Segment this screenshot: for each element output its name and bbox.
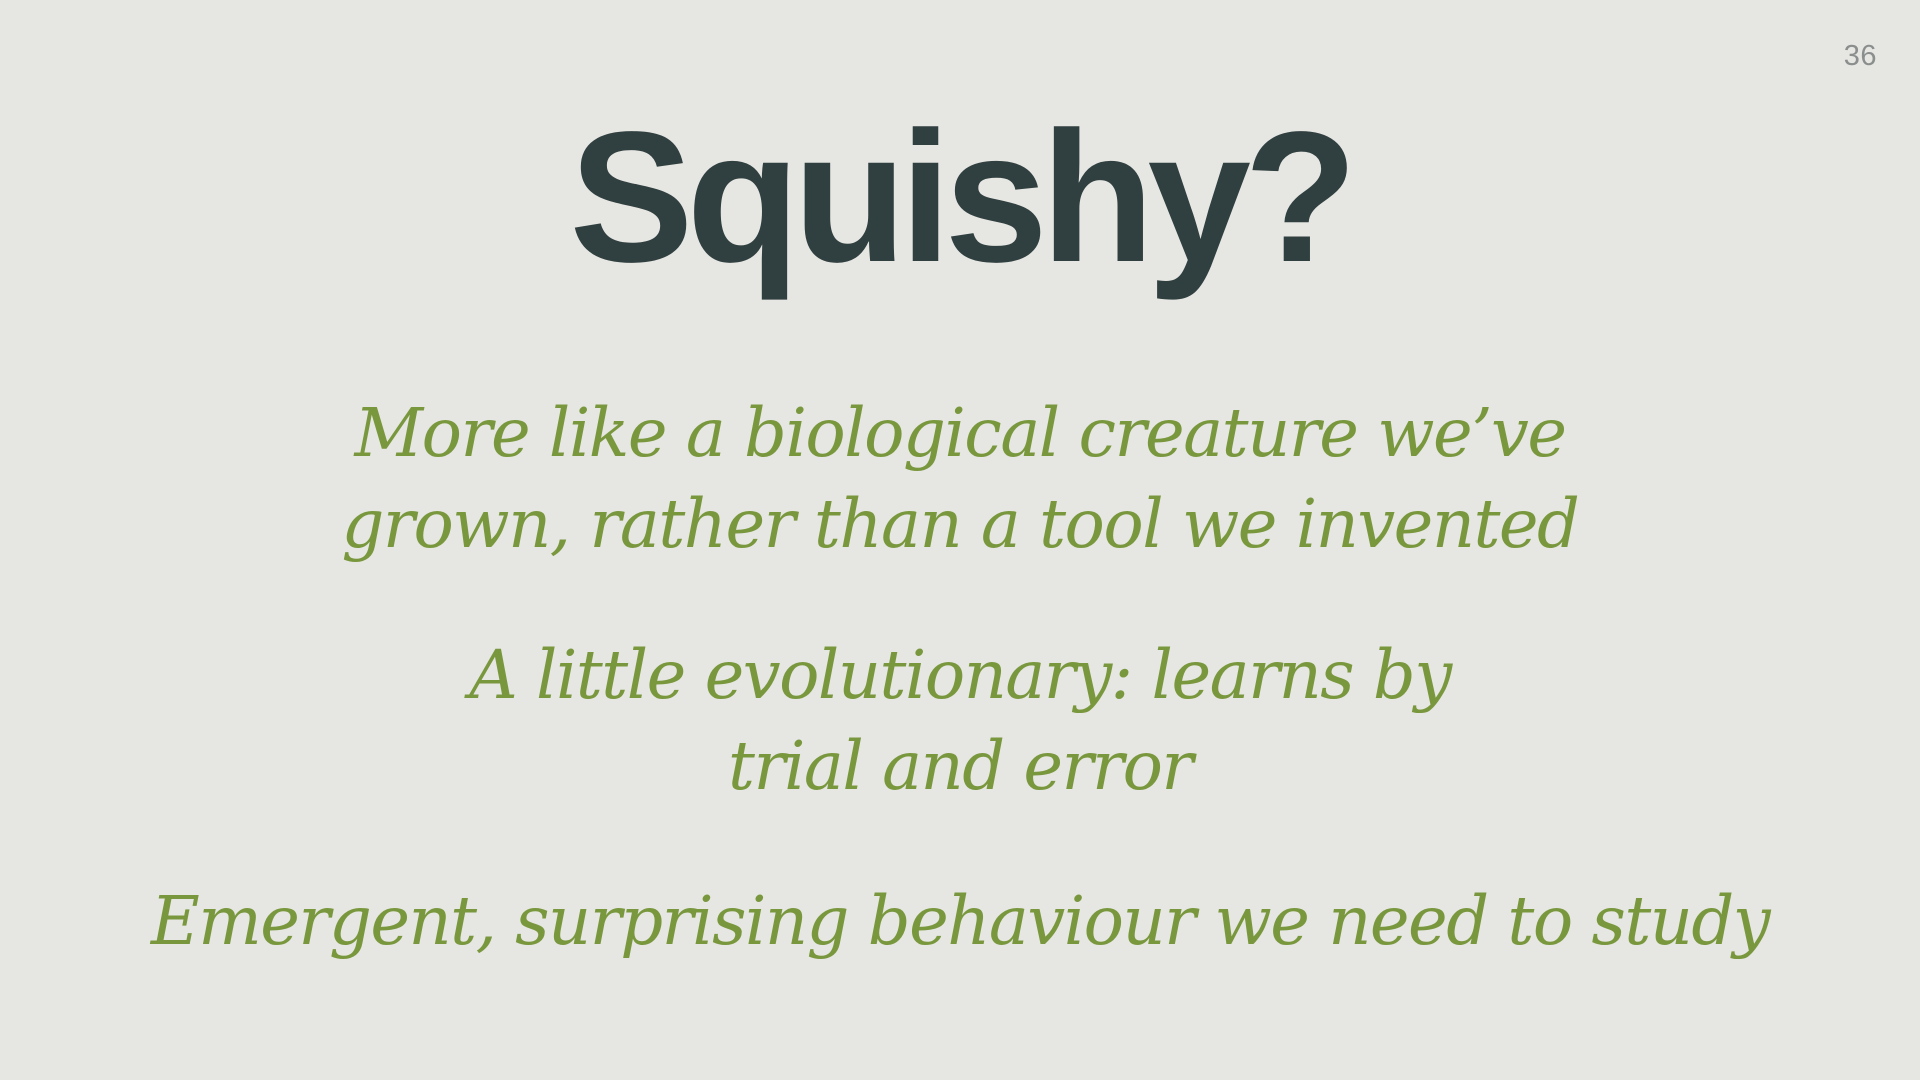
bullet-point-evolutionary: A little evolutionary: learns by trial a… bbox=[0, 630, 1920, 812]
bullet-point-line: trial and error bbox=[728, 727, 1193, 805]
slide-title: Squishy? bbox=[569, 94, 1357, 301]
bullet-point-line: Emergent, surprising behaviour we need t… bbox=[150, 882, 1771, 960]
bullet-point-line: grown, rather than a tool we invented bbox=[341, 485, 1580, 563]
page-number: 36 bbox=[1843, 40, 1877, 72]
bullet-point-line: More like a biological creature we’ve bbox=[354, 394, 1568, 472]
bullet-point-line: A little evolutionary: learns by bbox=[469, 636, 1452, 714]
bullet-point-biological: More like a biological creature we’ve gr… bbox=[0, 388, 1920, 570]
slide: 36 Squishy? More like a biological creat… bbox=[0, 0, 1920, 1080]
bullet-point-emergent: Emergent, surprising behaviour we need t… bbox=[0, 876, 1920, 967]
